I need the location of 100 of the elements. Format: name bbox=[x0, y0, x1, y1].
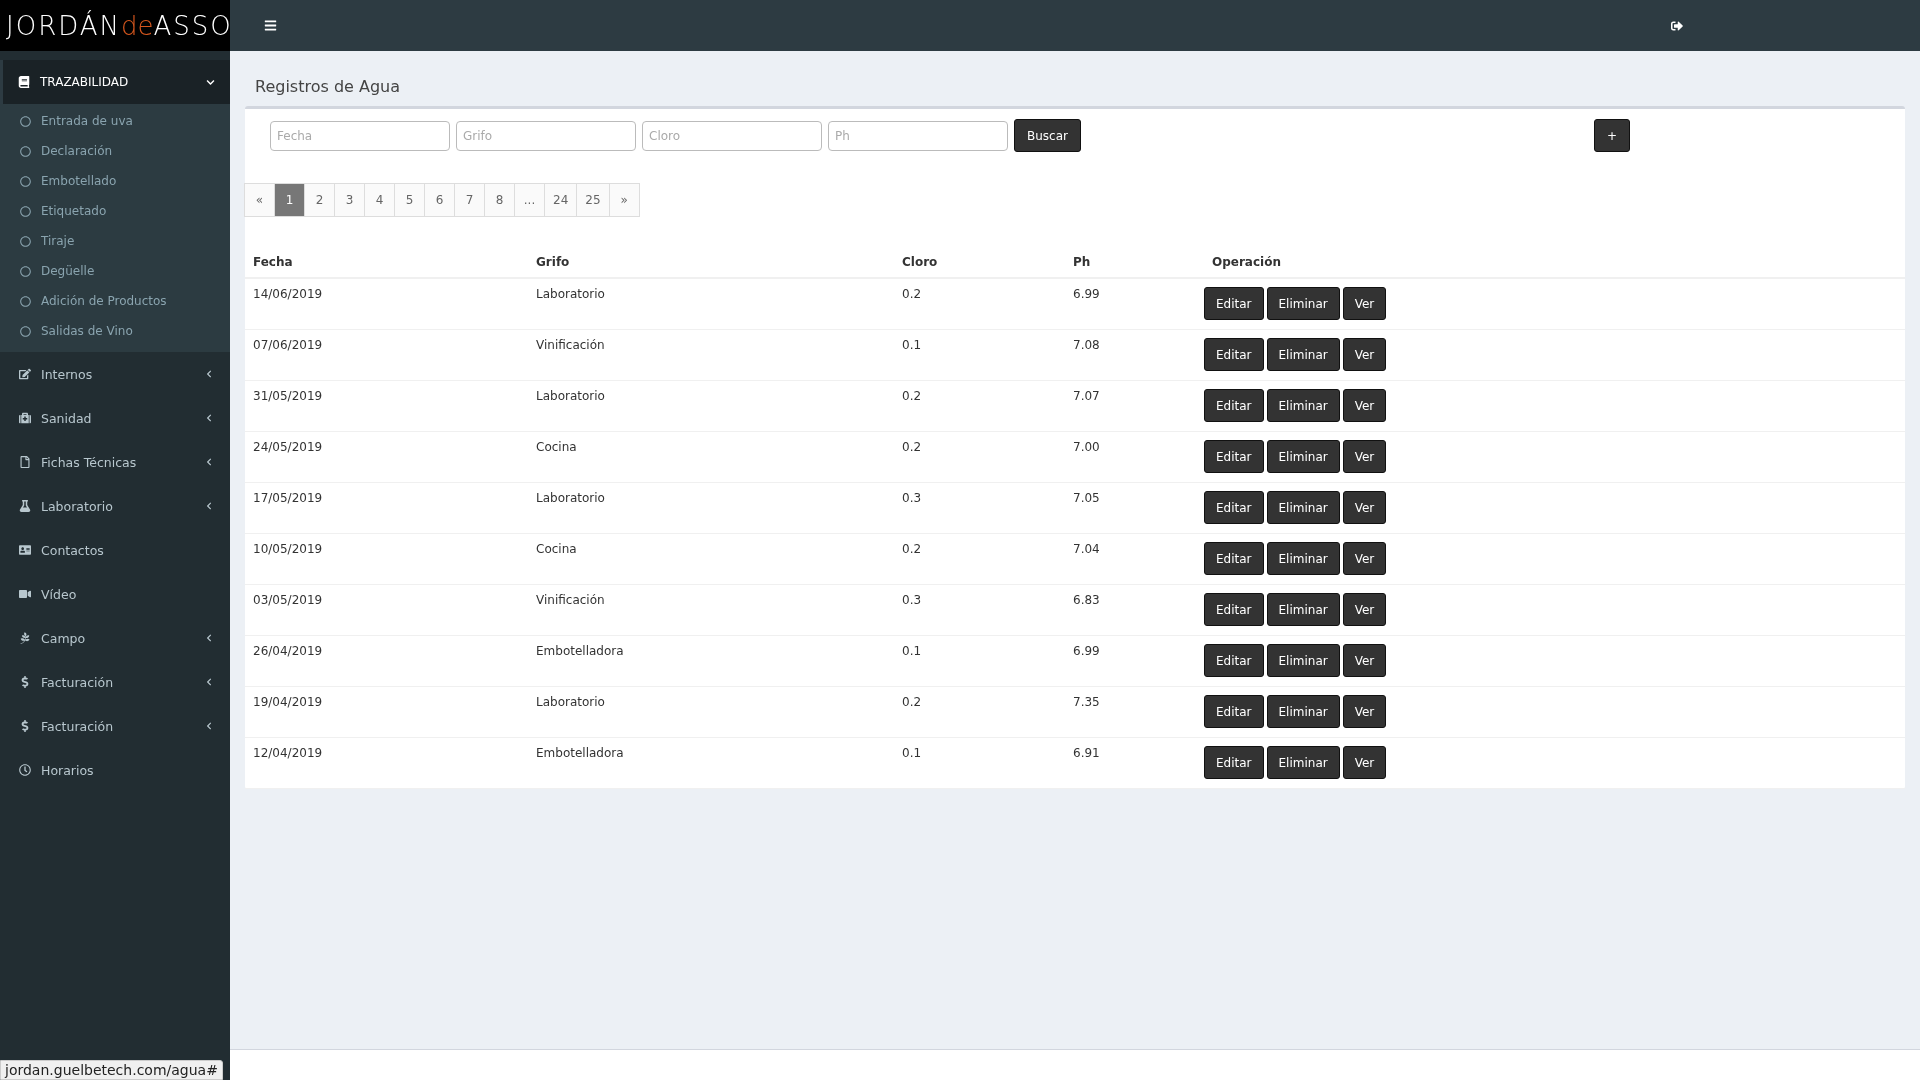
page-link[interactable]: 8 bbox=[484, 183, 515, 217]
logo: JORDÁN deASSO bbox=[0, 0, 230, 51]
sidebar-item-label: Contactos bbox=[41, 542, 105, 558]
sidebar-item[interactable]: Contactos bbox=[0, 528, 230, 572]
sidebar-item[interactable]: Fichas Técnicas bbox=[0, 440, 230, 484]
row-action-button[interactable]: Editar bbox=[1204, 593, 1264, 626]
filter-field[interactable]: Fecha bbox=[270, 120, 450, 151]
sign-out-icon bbox=[1671, 19, 1683, 32]
table-cell: Laboratorio bbox=[528, 381, 894, 432]
row-action-button[interactable]: Editar bbox=[1204, 746, 1264, 779]
submenu-item-label: Tiraje bbox=[41, 234, 75, 248]
row-action-button[interactable]: Eliminar bbox=[1266, 542, 1340, 575]
page-link[interactable]: » bbox=[608, 183, 640, 217]
row-action-button[interactable]: Eliminar bbox=[1266, 695, 1340, 728]
row-action-button[interactable]: Ver bbox=[1342, 593, 1387, 626]
row-action-button[interactable]: Eliminar bbox=[1266, 287, 1340, 320]
row-action-button[interactable]: Eliminar bbox=[1266, 644, 1340, 677]
table-cell: 12/04/2019 bbox=[245, 738, 528, 789]
menu-icon bbox=[264, 19, 277, 32]
submenu-item[interactable]: Tiraje bbox=[0, 226, 230, 256]
page-link[interactable]: 24 bbox=[544, 183, 578, 217]
row-action-button[interactable]: Ver bbox=[1342, 695, 1387, 728]
row-action-button[interactable]: Ver bbox=[1342, 389, 1387, 422]
row-action-button[interactable]: Editar bbox=[1204, 338, 1264, 371]
sidebar-item[interactable]: Facturación bbox=[0, 660, 230, 704]
table-cell: 19/04/2019 bbox=[245, 687, 528, 738]
table-cell: Vinificación bbox=[528, 330, 894, 381]
row-action-button[interactable]: Editar bbox=[1204, 440, 1264, 473]
row-action-button[interactable]: Editar bbox=[1204, 491, 1264, 524]
row-action-button[interactable]: Ver bbox=[1342, 746, 1387, 779]
submenu-item[interactable]: Adición de Productos bbox=[0, 286, 230, 316]
row-action-button[interactable]: Editar bbox=[1204, 542, 1264, 575]
add-button[interactable]: + bbox=[1593, 119, 1630, 152]
row-action-button[interactable]: Eliminar bbox=[1266, 389, 1340, 422]
table-cell: 0.2 bbox=[894, 381, 1065, 432]
table-cell: Cocina bbox=[528, 534, 894, 585]
table-cell: 0.2 bbox=[894, 432, 1065, 483]
row-action-button[interactable]: Editar bbox=[1204, 287, 1264, 320]
page-link[interactable]: 25 bbox=[576, 183, 610, 217]
sidebar-item[interactable]: Campo bbox=[0, 616, 230, 660]
sidebar-item[interactable]: Vídeo bbox=[0, 572, 230, 616]
submenu-item[interactable]: Entrada de uva bbox=[0, 106, 230, 136]
page-link[interactable]: 6 bbox=[424, 183, 455, 217]
address-card-icon bbox=[18, 544, 31, 556]
submenu-item-label: Degüelle bbox=[41, 264, 95, 278]
page-link[interactable]: 2 bbox=[304, 183, 335, 217]
page-link[interactable]: 3 bbox=[334, 183, 365, 217]
filter-field[interactable]: Ph bbox=[828, 120, 1008, 151]
page-link[interactable]: 4 bbox=[364, 183, 395, 217]
submenu-item[interactable]: Embotellado bbox=[0, 166, 230, 196]
row-action-button[interactable]: Eliminar bbox=[1266, 491, 1340, 524]
column-header: Ph bbox=[1065, 247, 1204, 279]
sidebar-item-label: Campo bbox=[41, 630, 87, 646]
row-action-button[interactable]: Ver bbox=[1342, 440, 1387, 473]
edit-icon bbox=[18, 368, 31, 380]
row-action-button[interactable]: Ver bbox=[1342, 644, 1387, 677]
submenu-item[interactable]: Degüelle bbox=[0, 256, 230, 286]
page-link[interactable]: « bbox=[244, 183, 275, 217]
sidebar-section-header[interactable]: TRAZABILIDAD bbox=[0, 60, 230, 104]
submenu-item[interactable]: Etiquetado bbox=[0, 196, 230, 226]
submenu-item[interactable]: Declaración bbox=[0, 136, 230, 166]
search-button[interactable]: Buscar bbox=[1014, 119, 1081, 152]
book-icon bbox=[18, 76, 30, 88]
column-header: Grifo bbox=[528, 247, 894, 279]
row-action-button[interactable]: Eliminar bbox=[1266, 746, 1340, 779]
row-action-button[interactable]: Ver bbox=[1342, 542, 1387, 575]
table-cell: 24/05/2019 bbox=[245, 432, 528, 483]
table-cell: 31/05/2019 bbox=[245, 381, 528, 432]
leaf-icon bbox=[18, 632, 31, 644]
sidebar-item[interactable]: Facturación bbox=[0, 704, 230, 748]
table-cell: Cocina bbox=[528, 432, 894, 483]
sidebar-item[interactable]: Sanidad bbox=[0, 396, 230, 440]
table-cell: Embotelladora bbox=[528, 738, 894, 789]
filter-field[interactable]: Grifo bbox=[456, 120, 636, 151]
sidebar-item[interactable]: Internos bbox=[0, 352, 230, 396]
table-cell: 0.3 bbox=[894, 585, 1065, 636]
submenu-item-label: Adición de Productos bbox=[41, 294, 167, 308]
table-cell: Laboratorio bbox=[528, 483, 894, 534]
row-action-button[interactable]: Eliminar bbox=[1266, 593, 1340, 626]
page-link[interactable]: 7 bbox=[454, 183, 485, 217]
page-link[interactable]: ... bbox=[514, 183, 545, 217]
row-action-button[interactable]: Editar bbox=[1204, 695, 1264, 728]
row-action-button[interactable]: Editar bbox=[1204, 389, 1264, 422]
submenu-item[interactable]: Salidas de Vino bbox=[0, 316, 230, 346]
row-action-button[interactable]: Eliminar bbox=[1266, 338, 1340, 371]
row-action-button[interactable]: Ver bbox=[1342, 491, 1387, 524]
table-cell: Laboratorio bbox=[528, 279, 894, 330]
row-action-button[interactable]: Ver bbox=[1342, 287, 1387, 320]
page-link[interactable]: 5 bbox=[394, 183, 425, 217]
row-action-button[interactable]: Eliminar bbox=[1266, 440, 1340, 473]
sidebar-item-label: Sanidad bbox=[41, 410, 93, 426]
page-link[interactable]: 1 bbox=[274, 183, 305, 217]
row-action-button[interactable]: Editar bbox=[1204, 644, 1264, 677]
table-cell: Embotelladora bbox=[528, 636, 894, 687]
row-action-button[interactable]: Ver bbox=[1342, 338, 1387, 371]
sidebar-item-label: Fichas Técnicas bbox=[41, 454, 138, 470]
filter-field[interactable]: Cloro bbox=[642, 120, 822, 151]
flask-icon bbox=[18, 500, 31, 512]
sidebar-item[interactable]: Laboratorio bbox=[0, 484, 230, 528]
sidebar-item[interactable]: Horarios bbox=[0, 748, 230, 792]
